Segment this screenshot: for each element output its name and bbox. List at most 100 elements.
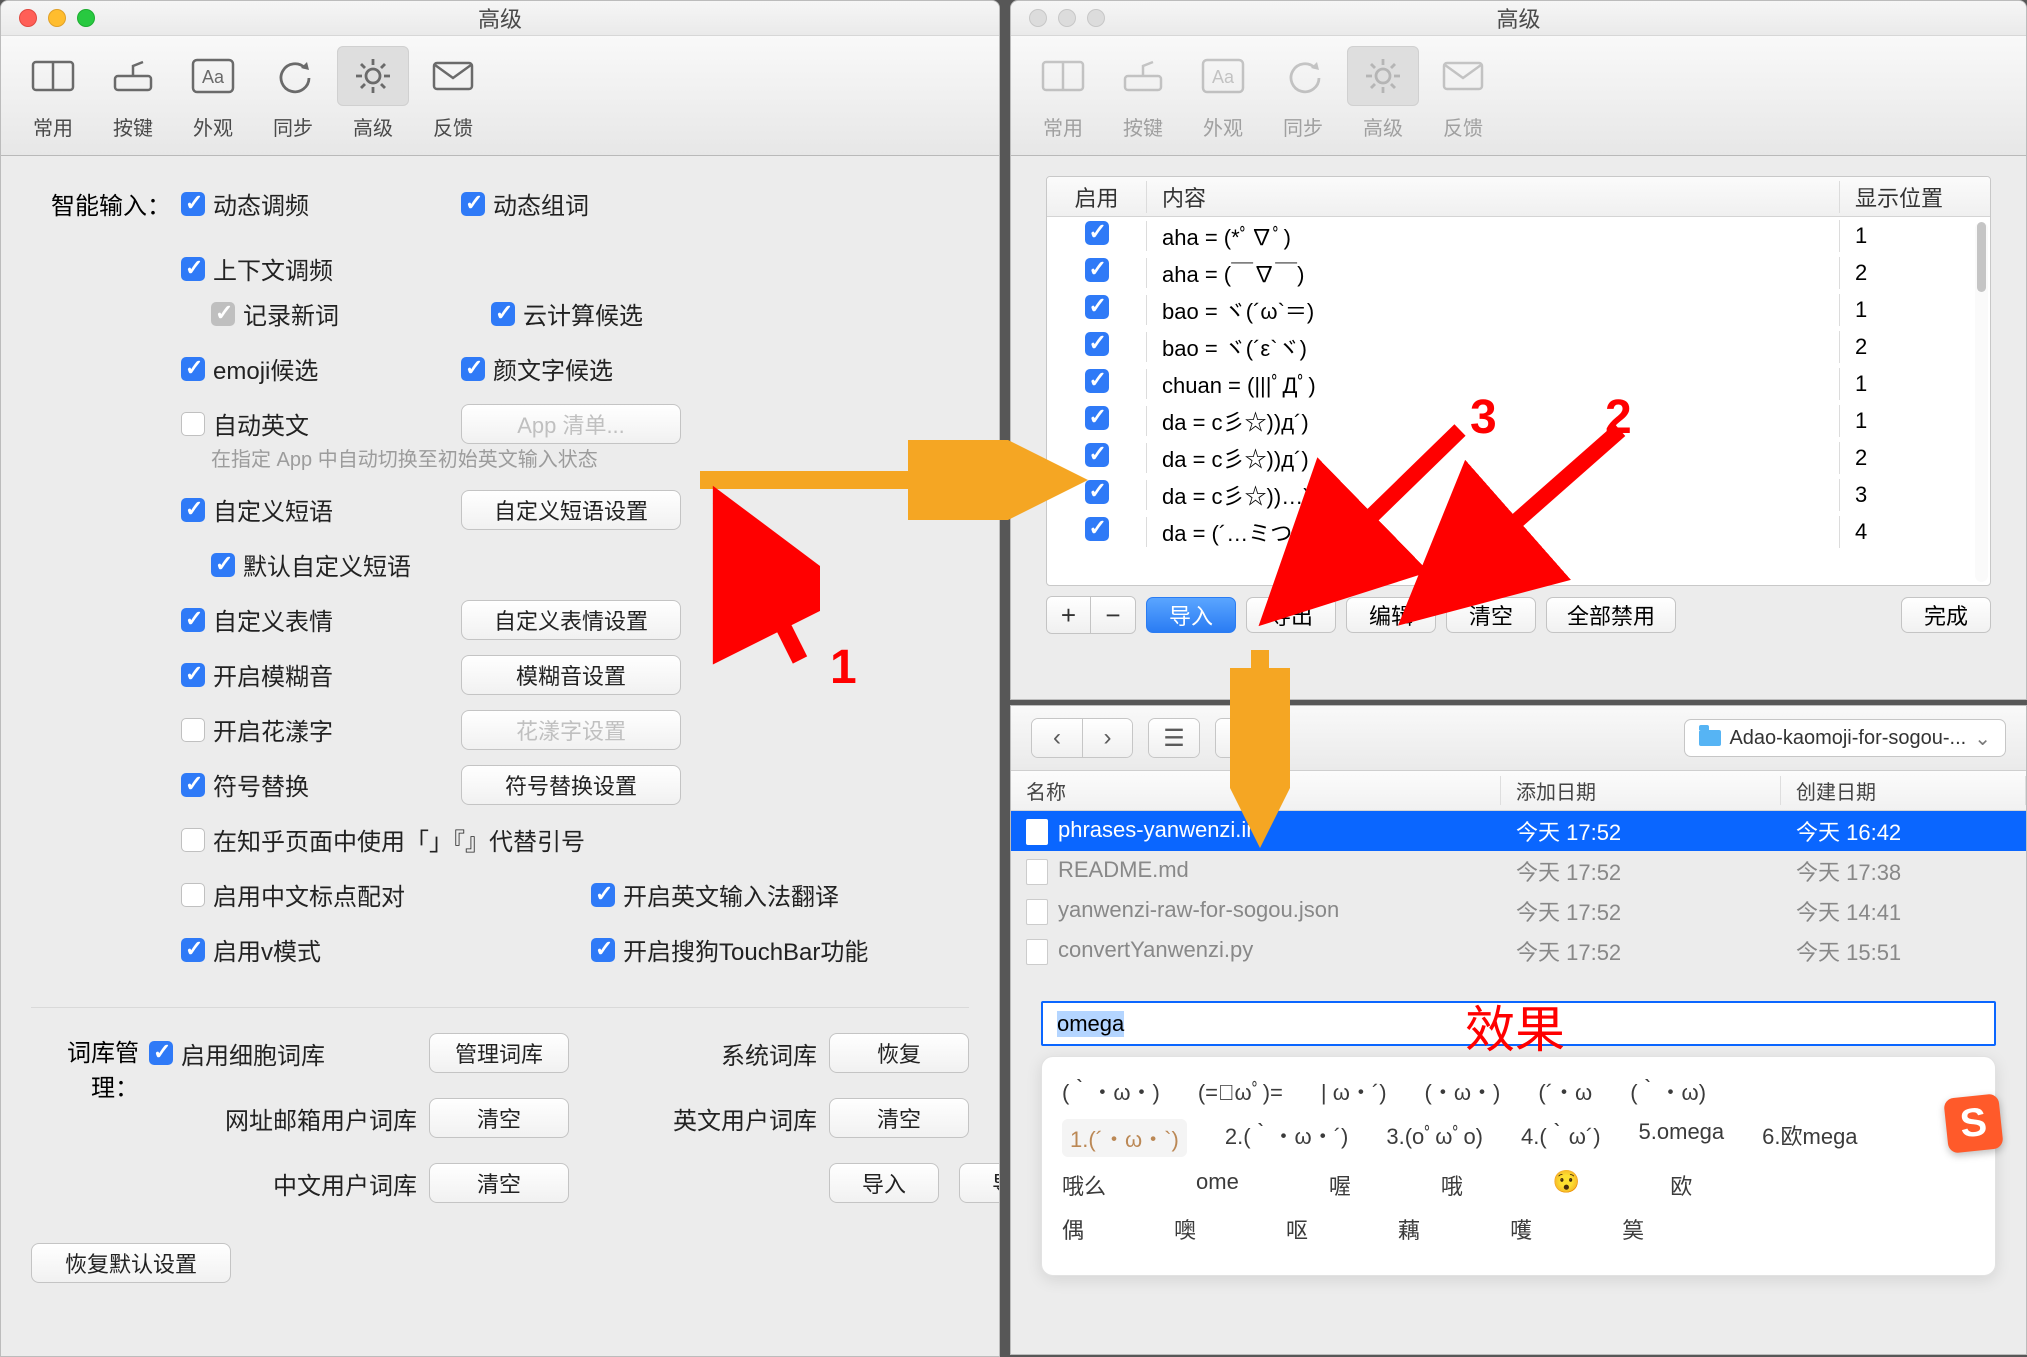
candidate-item[interactable]: ome: [1196, 1169, 1239, 1201]
phrase-row[interactable]: da = c彡☆))д´)2: [1047, 439, 1990, 476]
phrase-enable-checkbox[interactable]: [1085, 221, 1109, 245]
col-added[interactable]: 添加日期: [1501, 776, 1781, 805]
phrase-row[interactable]: bao = ヾ(´ω`＝)1: [1047, 291, 1990, 328]
col-enable[interactable]: 启用: [1047, 181, 1147, 213]
candidate-item[interactable]: (｀・ω): [1630, 1075, 1706, 1107]
kaomoji-checkbox[interactable]: [461, 357, 485, 381]
clear-cn-dict-button[interactable]: 清空: [429, 1163, 569, 1203]
columns-view-button[interactable]: ▭: [1216, 719, 1266, 757]
candidate-item[interactable]: 哦么: [1062, 1169, 1106, 1201]
col-content[interactable]: 内容: [1147, 181, 1840, 213]
file-row[interactable]: phrases-yanwenzi.ini今天 17:52今天 16:42: [1011, 811, 2026, 851]
symbol-settings-button[interactable]: 符号替换设置: [461, 765, 681, 805]
cloud-checkbox[interactable]: [491, 302, 515, 326]
phrase-enable-checkbox[interactable]: [1085, 517, 1109, 541]
remove-phrase-button[interactable]: −: [1091, 597, 1135, 633]
candidate-item[interactable]: (・ω・): [1425, 1075, 1501, 1107]
emoji-checkbox[interactable]: [181, 357, 205, 381]
candidate-item[interactable]: 2.(｀・ω・´): [1225, 1119, 1349, 1157]
phrase-enable-checkbox[interactable]: [1085, 258, 1109, 282]
tab-advanced[interactable]: 高级: [333, 46, 413, 155]
candidate-item[interactable]: 藕: [1398, 1213, 1420, 1245]
import-phrases-button[interactable]: 导入: [1146, 597, 1236, 633]
path-pill[interactable]: Adao-kaomoji-for-sogou-... ⌄: [1684, 719, 2006, 757]
default-custom-phrase-checkbox[interactable]: [211, 553, 235, 577]
ctxtune-checkbox[interactable]: [181, 257, 205, 281]
phrase-row[interactable]: bao = ヾ(´ε`ヾ)2: [1047, 328, 1990, 365]
candidate-item[interactable]: 1.(´・ω・`): [1062, 1119, 1187, 1157]
cell-dict-checkbox[interactable]: [149, 1041, 173, 1065]
file-row[interactable]: convertYanwenzi.py今天 17:52今天 15:51: [1011, 931, 2026, 971]
phrase-enable-checkbox[interactable]: [1085, 443, 1109, 467]
candidate-item[interactable]: 欧: [1670, 1169, 1692, 1201]
candidate-item[interactable]: (｀・ω・): [1062, 1075, 1160, 1107]
dyntune-checkbox[interactable]: [181, 192, 205, 216]
candidate-item[interactable]: (´・ω: [1538, 1075, 1592, 1107]
col-created[interactable]: 创建日期: [1781, 776, 2026, 805]
fancy-settings-button[interactable]: 花漾字设置: [461, 710, 681, 750]
add-phrase-button[interactable]: +: [1047, 597, 1091, 633]
manage-dict-button[interactable]: 管理词库: [429, 1033, 569, 1073]
punct-pair-checkbox[interactable]: [181, 883, 205, 907]
candidate-item[interactable]: (=ﾟωﾟ)=: [1198, 1075, 1283, 1107]
export-phrases-button[interactable]: 导出: [1246, 597, 1336, 633]
tab-appearance[interactable]: Aa外观: [173, 46, 253, 155]
candidate-item[interactable]: 3.(oﾟωﾟo): [1386, 1119, 1483, 1157]
tab-sync[interactable]: 同步: [1263, 46, 1343, 155]
tab-feedback[interactable]: 反馈: [1423, 46, 1503, 155]
en-translate-checkbox[interactable]: [591, 883, 615, 907]
candidate-item[interactable]: 偶: [1062, 1213, 1084, 1245]
zhihu-quote-checkbox[interactable]: [181, 828, 205, 852]
candidate-item[interactable]: 噢: [1174, 1213, 1196, 1245]
v-mode-checkbox[interactable]: [181, 938, 205, 962]
tab-sync[interactable]: 同步: [253, 46, 333, 155]
phrase-row[interactable]: chuan = (|||ﾟДﾟ)1: [1047, 365, 1990, 402]
phrase-enable-checkbox[interactable]: [1085, 369, 1109, 393]
custom-phrase-checkbox[interactable]: [181, 498, 205, 522]
scrollbar[interactable]: [1975, 222, 1988, 582]
back-button[interactable]: ‹: [1032, 719, 1082, 757]
candidate-item[interactable]: 呕: [1286, 1213, 1308, 1245]
custom-phrase-settings-button[interactable]: 自定义短语设置: [461, 490, 681, 530]
phrase-row[interactable]: aha = (￣∇￣)2: [1047, 254, 1990, 291]
phrase-enable-checkbox[interactable]: [1085, 406, 1109, 430]
phrase-enable-checkbox[interactable]: [1085, 332, 1109, 356]
fuzzy-checkbox[interactable]: [181, 663, 205, 687]
custom-emoji-checkbox[interactable]: [181, 608, 205, 632]
fuzzy-settings-button[interactable]: 模糊音设置: [461, 655, 681, 695]
tab-common[interactable]: 常用: [13, 46, 93, 155]
dict-import-button[interactable]: 导入: [829, 1163, 939, 1203]
forward-button[interactable]: ›: [1082, 719, 1132, 757]
touchbar-checkbox[interactable]: [591, 938, 615, 962]
dynword-checkbox[interactable]: [461, 192, 485, 216]
phrase-row[interactable]: da = c彡☆))…)3: [1047, 476, 1990, 513]
clear-en-dict-button[interactable]: 清空: [829, 1098, 969, 1138]
recnew-checkbox[interactable]: [211, 302, 235, 326]
candidate-item[interactable]: 😯: [1553, 1169, 1580, 1201]
disable-all-button[interactable]: 全部禁用: [1546, 597, 1676, 633]
tab-advanced[interactable]: 高级: [1343, 46, 1423, 155]
edit-phrase-button[interactable]: 编辑: [1346, 597, 1436, 633]
fancy-checkbox[interactable]: [181, 718, 205, 742]
candidate-item[interactable]: 嚄: [1510, 1213, 1532, 1245]
restore-sys-dict-button[interactable]: 恢复: [829, 1033, 969, 1073]
candidate-item[interactable]: | ω・´): [1321, 1075, 1387, 1107]
tab-keys[interactable]: 按键: [1103, 46, 1183, 155]
candidate-item[interactable]: 筽: [1622, 1213, 1644, 1245]
phrase-row[interactable]: aha = (*ﾟ∇ﾟ)1: [1047, 217, 1990, 254]
symbol-checkbox[interactable]: [181, 773, 205, 797]
phrase-enable-checkbox[interactable]: [1085, 295, 1109, 319]
file-row[interactable]: yanwenzi-raw-for-sogou.json今天 17:52今天 14…: [1011, 891, 2026, 931]
candidate-item[interactable]: 喔: [1329, 1169, 1351, 1201]
phrase-row[interactable]: da = c彡☆))д´)1: [1047, 402, 1990, 439]
dict-export-button[interactable]: 导出: [959, 1163, 1000, 1203]
list-view-button[interactable]: ☰: [1149, 719, 1199, 757]
tab-appearance[interactable]: Aa外观: [1183, 46, 1263, 155]
app-list-button[interactable]: App 清单...: [461, 404, 681, 444]
candidate-item[interactable]: 6.欧mega: [1762, 1119, 1857, 1157]
restore-defaults-button[interactable]: 恢复默认设置: [31, 1243, 231, 1283]
tab-keys[interactable]: 按键: [93, 46, 173, 155]
clear-url-dict-button[interactable]: 清空: [429, 1098, 569, 1138]
clear-phrases-button[interactable]: 清空: [1446, 597, 1536, 633]
done-button[interactable]: 完成: [1901, 597, 1991, 633]
